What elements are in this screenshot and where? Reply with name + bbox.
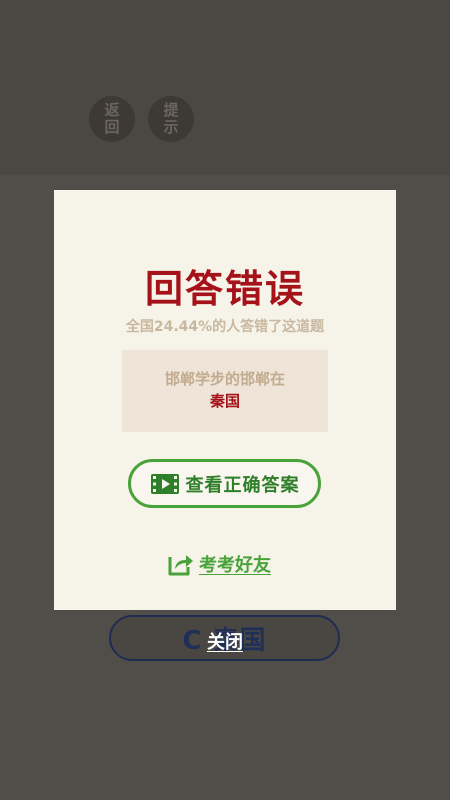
view-correct-answer-button[interactable]: 查看正确答案 <box>128 459 321 508</box>
hint-button[interactable]: 提示 <box>148 96 194 142</box>
game-header-area <box>0 0 450 175</box>
back-button-label: 返回 <box>104 101 120 136</box>
video-icon <box>150 473 179 494</box>
dialog-title: 回答错误 <box>144 267 305 311</box>
share-icon <box>168 555 193 576</box>
selected-answer-text: 秦国 <box>209 392 240 410</box>
error-rate-text: 全国24.44%的人答错了这道题 <box>125 319 325 335</box>
view-correct-answer-label: 查看正确答案 <box>185 474 300 496</box>
close-button[interactable]: 关闭 <box>190 626 260 656</box>
question-text: 邯郸学步的邯郸在 <box>164 370 285 388</box>
hint-button-label: 提示 <box>163 101 179 136</box>
back-button[interactable]: 返回 <box>89 96 135 142</box>
share-to-friend-label: 考考好友 <box>199 555 271 576</box>
share-to-friend-link[interactable]: 考考好友 <box>167 549 271 579</box>
